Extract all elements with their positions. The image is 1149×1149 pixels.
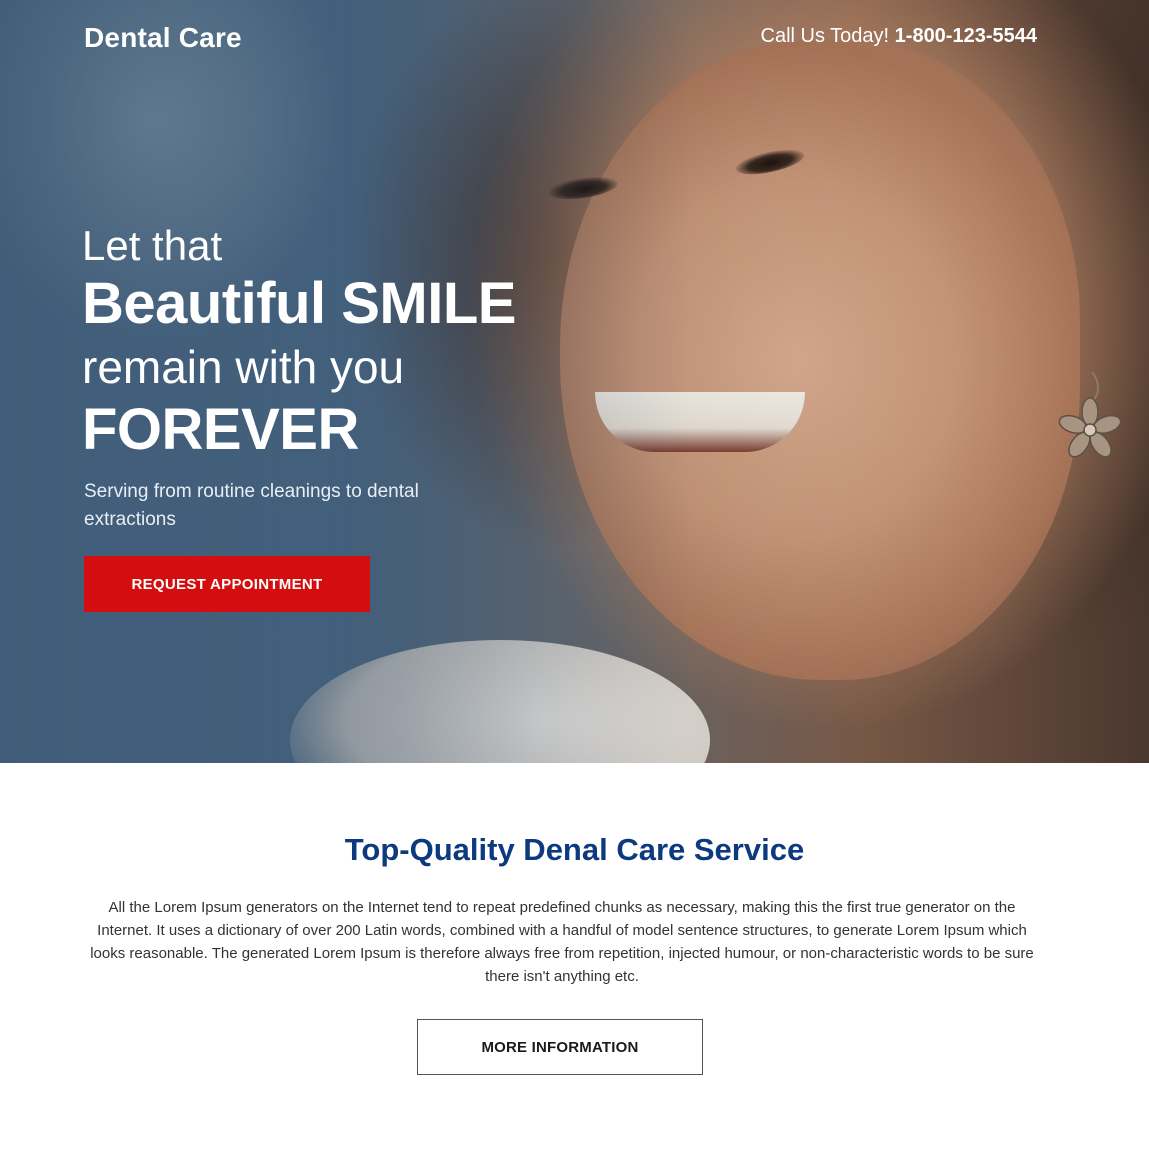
headline-line-4: FOREVER	[82, 397, 359, 462]
section-title: Top-Quality Denal Care Service	[344, 832, 805, 867]
phone-number-link[interactable]: 1-800-123-5544	[895, 25, 1037, 47]
more-information-button[interactable]: MORE INFORMATION	[417, 1019, 703, 1075]
hero-subtext: Serving from routine cleanings to dental…	[84, 481, 419, 530]
hero-headline: Let that Beautiful SMILE remain with you…	[82, 220, 516, 462]
landing-page: Dental Care Call Us Today! 1-800-123-554…	[0, 0, 1149, 1149]
headline-line-2: Beautiful SMILE	[82, 271, 516, 336]
request-appointment-button[interactable]: REQUEST APPOINTMENT	[84, 556, 370, 612]
headline-line-3: remain with you	[82, 341, 405, 393]
hero-section: Dental Care Call Us Today! 1-800-123-554…	[0, 0, 1149, 763]
call-label: Call Us Today!	[760, 25, 890, 47]
header-call-info: Call Us Today! 1-800-123-5544	[761, 25, 1037, 48]
brand-logo-text[interactable]: Dental Care	[84, 22, 242, 54]
section-body-text: All the Lorem Ipsum generators on the In…	[90, 899, 1034, 985]
headline-line-1: Let that	[82, 222, 223, 269]
